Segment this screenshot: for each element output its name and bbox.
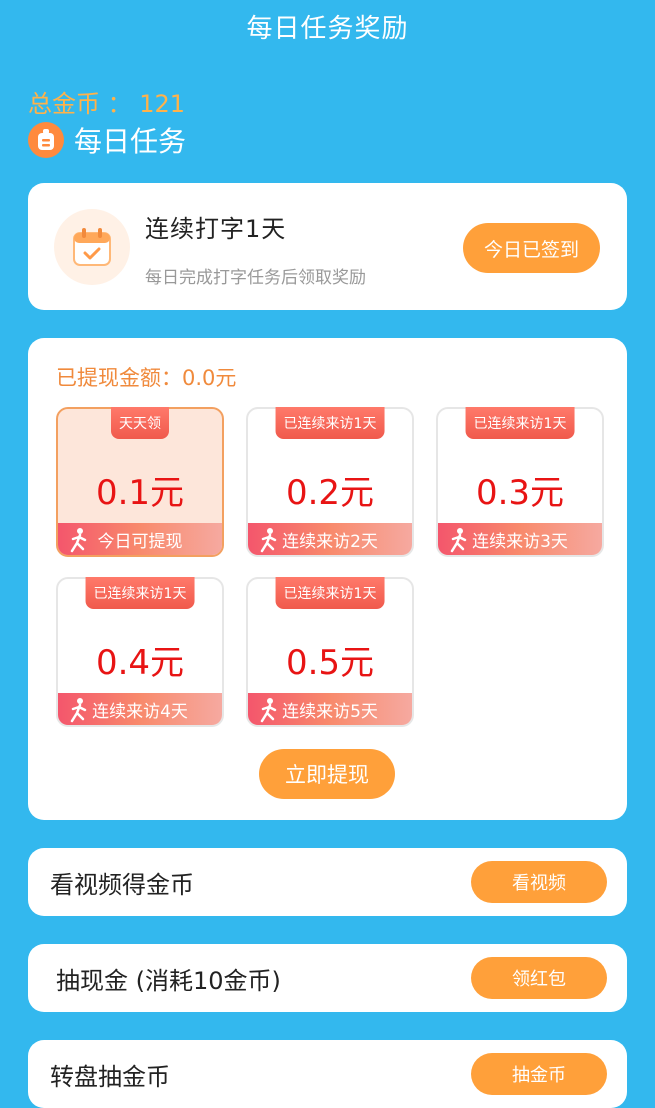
reward-amount: 0.1元 — [95, 473, 185, 513]
signin-title: 连续打字1天 — [145, 215, 287, 243]
runner-icon — [450, 528, 467, 553]
runner-icon — [260, 528, 277, 553]
reward-tag: 天天领 — [111, 407, 169, 439]
reward-tile[interactable]: 已连续来访1天 0.3元 连续来访3天 — [436, 407, 604, 557]
reward-amount: 0.4元 — [95, 643, 185, 683]
task-row-video: 看视频得金币 看视频 — [28, 848, 627, 916]
claim-red-packet-button[interactable]: 领红包 — [471, 957, 607, 999]
reward-tag: 已连续来访1天 — [275, 407, 385, 439]
runner-icon — [70, 698, 87, 723]
withdraw-card: 已提现金额：0.0元 天天领 0.1元 今日可提现 已连续来访1天 0.2元 连… — [28, 338, 627, 820]
reward-footer: 连续来访2天 — [248, 523, 412, 555]
signin-subtitle: 每日完成打字任务后领取奖励 — [145, 268, 366, 288]
reward-footer-label: 连续来访3天 — [472, 531, 568, 552]
task-label: 看视频得金币 — [50, 870, 194, 899]
task-row-cash-draw: 抽现金 (消耗10金币) 领红包 — [28, 944, 627, 1012]
reward-tile[interactable]: 已连续来访1天 0.2元 连续来访2天 — [246, 407, 414, 557]
daily-task-label: 每日任务 — [74, 125, 187, 158]
withdrawn-amount: 已提现金额：0.0元 — [56, 366, 237, 390]
reward-tile[interactable]: 天天领 0.1元 今日可提现 — [56, 407, 224, 557]
reward-tile[interactable]: 已连续来访1天 0.5元 连续来访5天 — [246, 577, 414, 727]
reward-footer: 今日可提现 — [58, 523, 222, 555]
reward-footer: 连续来访4天 — [58, 693, 222, 725]
page-title: 每日任务奖励 — [246, 14, 409, 44]
calendar-check-icon — [54, 209, 130, 285]
total-coins: 总金币 ： 121 — [28, 90, 186, 118]
reward-amount: 0.2元 — [285, 473, 375, 513]
signin-card: 连续打字1天 每日完成打字任务后领取奖励 今日已签到 — [28, 183, 627, 310]
watch-video-button[interactable]: 看视频 — [471, 861, 607, 903]
reward-tag: 已连续来访1天 — [85, 577, 195, 609]
reward-tile[interactable]: 已连续来访1天 0.4元 连续来访4天 — [56, 577, 224, 727]
daily-task-header: 每日任务 — [28, 120, 186, 160]
reward-amount: 0.3元 — [475, 473, 565, 513]
withdraw-now-button[interactable]: 立即提现 — [259, 749, 395, 799]
daily-task-icon — [28, 122, 64, 158]
signed-in-button[interactable]: 今日已签到 — [463, 223, 600, 273]
reward-footer: 连续来访3天 — [438, 523, 602, 555]
reward-footer-label: 连续来访4天 — [92, 701, 188, 722]
reward-footer: 连续来访5天 — [248, 693, 412, 725]
reward-footer-label: 连续来访2天 — [282, 531, 378, 552]
task-label: 抽现金 (消耗10金币) — [56, 966, 281, 995]
runner-icon — [260, 698, 277, 723]
reward-footer-label: 今日可提现 — [97, 531, 183, 552]
reward-footer-label: 连续来访5天 — [282, 701, 378, 722]
reward-amount: 0.5元 — [285, 643, 375, 683]
task-label: 转盘抽金币 — [50, 1062, 170, 1091]
spin-wheel-button[interactable]: 抽金币 — [471, 1053, 607, 1095]
runner-icon — [70, 528, 87, 553]
reward-tag: 已连续来访1天 — [465, 407, 575, 439]
reward-tag: 已连续来访1天 — [275, 577, 385, 609]
task-row-wheel: 转盘抽金币 抽金币 — [28, 1040, 627, 1108]
